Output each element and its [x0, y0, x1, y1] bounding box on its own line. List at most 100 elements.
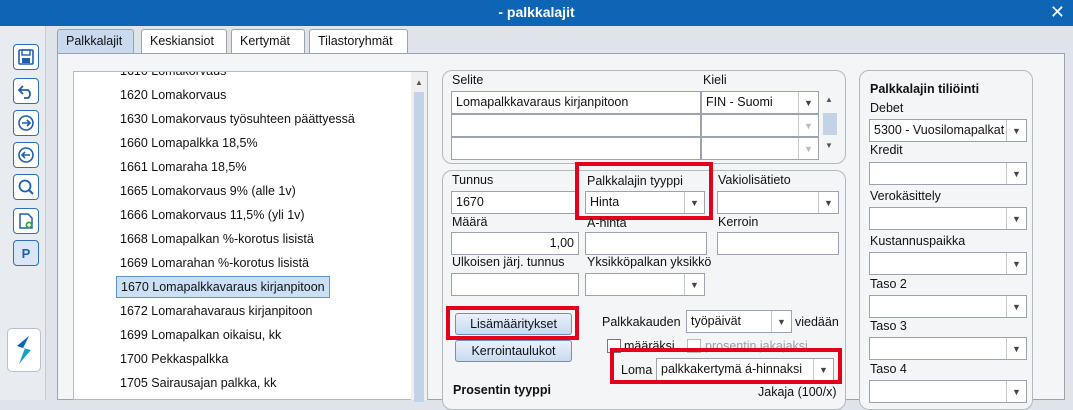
- chevron-down-icon[interactable]: ▼: [798, 115, 818, 136]
- kieli-label: Kieli: [703, 73, 727, 87]
- new-document-button[interactable]: [13, 208, 39, 234]
- list-item[interactable]: 1630 Lomakorvaus työsuhteen päättyessä: [116, 108, 359, 130]
- tab-palkkalajit[interactable]: Palkkalajit: [57, 29, 134, 54]
- p-button[interactable]: P: [13, 240, 39, 266]
- taso2-label: Taso 2: [870, 277, 907, 291]
- list-item[interactable]: 1666 Lomakorvaus 11,5% (yli 1v): [116, 204, 309, 226]
- save-button[interactable]: [13, 44, 39, 70]
- loma-select[interactable]: palkkakertymä á-hinnaksi ▼: [656, 358, 834, 381]
- tab-keskiansiot[interactable]: Keskiansiot: [141, 29, 227, 54]
- jakaja-label: Jakaja (100/x): [758, 385, 837, 399]
- tunnus-label: Tunnus: [452, 173, 494, 187]
- window-title: - palkkalajit: [498, 4, 575, 20]
- list-item[interactable]: 1665 Lomakorvaus 9% (alle 1v): [116, 180, 300, 202]
- chevron-down-icon[interactable]: ▼: [798, 138, 818, 159]
- prosentin-tyyppi-label: Prosentin tyyppi: [453, 383, 551, 397]
- scrollbar-thumb[interactable]: [414, 92, 424, 402]
- palkkakauden-label: Palkkakauden: [602, 315, 681, 329]
- chevron-down-icon[interactable]: ▼: [1006, 338, 1026, 359]
- kieli-value: FIN - Suomi: [706, 95, 773, 109]
- next-button[interactable]: [13, 110, 39, 136]
- scrollbar-thumb[interactable]: [823, 113, 837, 135]
- chevron-down-icon[interactable]: ▼: [1006, 296, 1026, 317]
- selite-scrollbar[interactable]: ▲ ▼: [821, 91, 839, 159]
- palkkakauden-select[interactable]: työpäivät ▼: [686, 310, 792, 333]
- kieli-select-3[interactable]: ▼: [701, 137, 819, 160]
- scroll-up-icon[interactable]: ▲: [825, 95, 833, 104]
- new-document-icon: [19, 213, 33, 229]
- left-toolbar: P: [0, 26, 46, 400]
- tab-tilastoryhmat[interactable]: Tilastoryhmät: [309, 29, 408, 54]
- lisamaaritykset-button[interactable]: Lisämääritykset: [455, 313, 572, 335]
- close-icon[interactable]: ✕: [1050, 2, 1065, 23]
- vakio-label: Vakiolisätieto: [718, 173, 791, 187]
- chevron-down-icon[interactable]: ▼: [771, 311, 791, 332]
- chevron-down-icon[interactable]: ▼: [1006, 120, 1026, 141]
- selite-input-3[interactable]: [451, 137, 701, 160]
- kieli-select-2[interactable]: ▼: [701, 114, 819, 137]
- taso3-select[interactable]: ▼: [869, 337, 1027, 360]
- palkkakauden-value: työpäivät: [691, 314, 742, 328]
- chevron-down-icon[interactable]: ▼: [813, 359, 833, 380]
- selite-input-2[interactable]: [451, 114, 701, 137]
- chevron-down-icon[interactable]: ▼: [1006, 381, 1026, 402]
- ahinta-input[interactable]: [585, 232, 707, 255]
- scroll-down-icon[interactable]: ▼: [825, 141, 833, 150]
- ulkoisen-input[interactable]: [451, 273, 579, 296]
- list-item[interactable]: 1700 Pekkaspalkka: [116, 348, 232, 370]
- list-item[interactable]: 1668 Lomapalkan %-korotus lisistä: [116, 228, 318, 250]
- kieli-select[interactable]: FIN - Suomi ▼: [701, 91, 819, 114]
- kerrointaulukot-button[interactable]: Kerrointaulukot: [455, 340, 572, 362]
- debet-select[interactable]: 5300 - Vuosilomapalkat ▼: [869, 119, 1027, 142]
- chevron-down-icon[interactable]: ▼: [684, 274, 704, 295]
- chevron-down-icon[interactable]: ▼: [684, 192, 704, 213]
- kredit-select[interactable]: ▼: [869, 162, 1027, 185]
- verokasittely-select[interactable]: ▼: [869, 207, 1027, 230]
- undo-icon: [17, 85, 31, 99]
- maaraksi-label: määräksi: [624, 339, 675, 353]
- taso2-select[interactable]: ▼: [869, 295, 1027, 318]
- tunnus-input[interactable]: 1670: [451, 191, 579, 214]
- list-scrollbar[interactable]: ▲: [411, 72, 427, 402]
- kerroin-input[interactable]: [717, 232, 839, 255]
- chevron-down-icon[interactable]: ▼: [1006, 253, 1026, 274]
- taso4-label: Taso 4: [870, 362, 907, 376]
- save-icon: [18, 49, 34, 65]
- viedaan-label: viedään: [795, 315, 839, 329]
- chevron-down-icon[interactable]: ▼: [798, 92, 818, 113]
- list-item[interactable]: 1660 Lomapalkka 18,5%: [116, 132, 262, 154]
- tyyppi-select[interactable]: Hinta ▼: [585, 191, 705, 214]
- list-item[interactable]: 1669 Lomarahan %-korotus lisistä: [116, 252, 313, 274]
- kustannuspaikka-select[interactable]: ▼: [869, 252, 1027, 275]
- list-item[interactable]: 1699 Lomapalkan oikaisu, kk: [116, 324, 285, 346]
- search-button[interactable]: [13, 174, 39, 200]
- yksikko-label: Yksikköpalkan yksikkö: [587, 255, 712, 269]
- kustannuspaikka-label: Kustannuspaikka: [870, 234, 966, 248]
- vakio-select[interactable]: ▼: [717, 191, 839, 214]
- tab-kertymat[interactable]: Kertymät: [231, 29, 305, 54]
- list-item-selected[interactable]: 1670 Lomapalkkavaraus kirjanpitoon: [116, 276, 330, 298]
- ulkoisen-label: Ulkoisen järj. tunnus: [452, 255, 565, 269]
- chevron-down-icon[interactable]: ▼: [818, 192, 838, 213]
- selite-input[interactable]: Lomapalkkavaraus kirjanpitoon: [451, 91, 701, 114]
- list-item[interactable]: 1672 Lomarahavaraus kirjanpitoon: [116, 300, 317, 322]
- previous-button[interactable]: [13, 142, 39, 168]
- app-logo[interactable]: [7, 328, 41, 372]
- list-item[interactable]: 1610 Lomakorvaus: [116, 72, 230, 82]
- list-item[interactable]: 1705 Sairausajan palkka, kk: [116, 372, 280, 394]
- list-item[interactable]: 1661 Lomaraha 18,5%: [116, 156, 250, 178]
- loma-value: palkkakertymä á-hinnaksi: [661, 362, 803, 376]
- list-item[interactable]: 1620 Lomakorvaus: [116, 84, 230, 106]
- undo-button[interactable]: [13, 78, 39, 104]
- chevron-down-icon[interactable]: ▼: [1006, 163, 1026, 184]
- prosentin-jakajaksi-checkbox[interactable]: [687, 339, 701, 353]
- scroll-up-icon[interactable]: ▲: [415, 78, 423, 87]
- chevron-down-icon[interactable]: ▼: [1006, 208, 1026, 229]
- kredit-label: Kredit: [870, 143, 903, 157]
- palkkalaji-list[interactable]: 1610 Lomakorvaus 1620 Lomakorvaus 1630 L…: [73, 71, 428, 400]
- maara-input[interactable]: 1,00: [451, 232, 579, 255]
- yksikko-select[interactable]: ▼: [585, 273, 705, 296]
- maaraksi-checkbox[interactable]: [607, 339, 621, 353]
- ahinta-label: A-hinta: [587, 216, 627, 230]
- arrow-left-circle-icon: [18, 147, 34, 163]
